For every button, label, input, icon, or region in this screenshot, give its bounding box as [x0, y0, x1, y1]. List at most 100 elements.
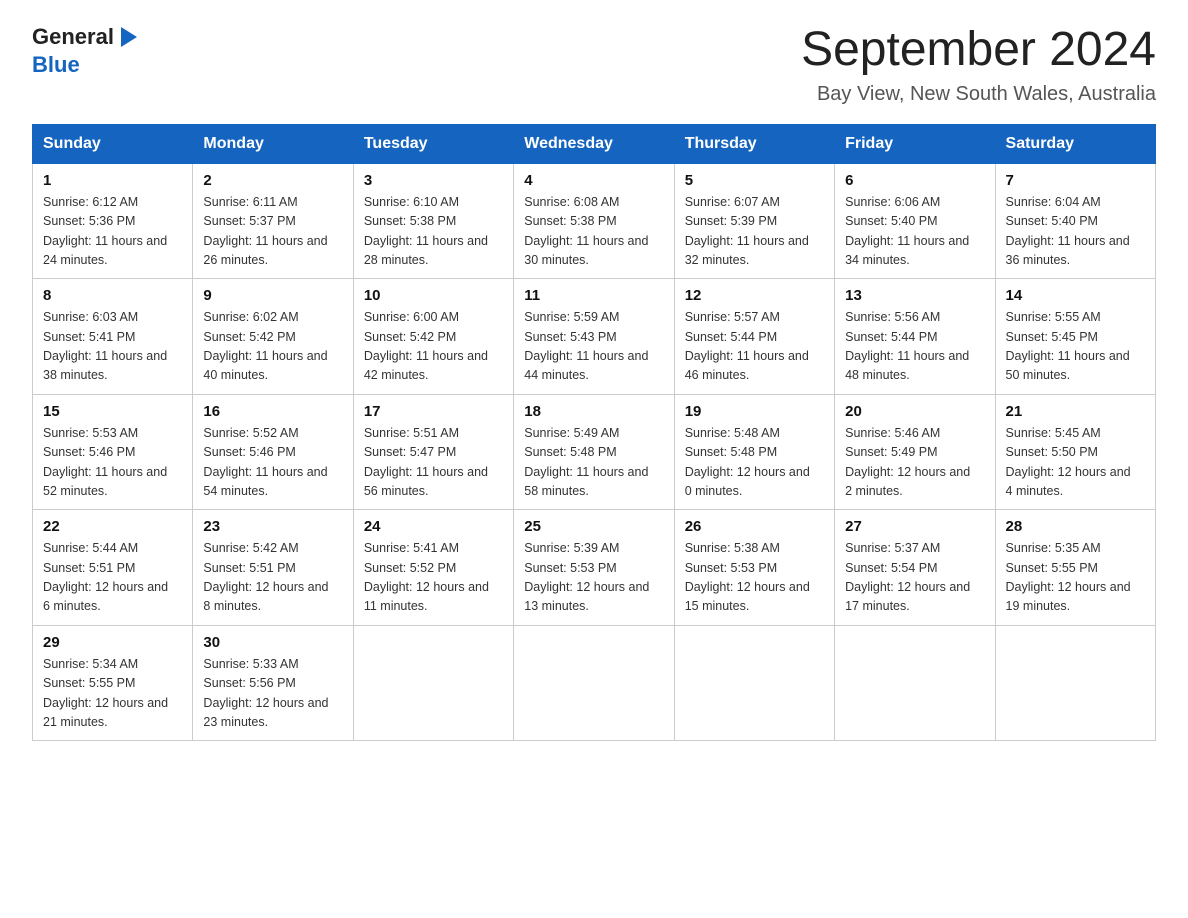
day-info: Sunrise: 5:44 AM Sunset: 5:51 PM Dayligh…	[43, 539, 182, 617]
calendar-week-row: 15 Sunrise: 5:53 AM Sunset: 5:46 PM Dayl…	[33, 394, 1156, 510]
table-row: 7 Sunrise: 6:04 AM Sunset: 5:40 PM Dayli…	[995, 163, 1155, 279]
day-number: 4	[524, 172, 663, 189]
day-info: Sunrise: 6:00 AM Sunset: 5:42 PM Dayligh…	[364, 308, 503, 386]
day-info: Sunrise: 6:04 AM Sunset: 5:40 PM Dayligh…	[1006, 193, 1145, 271]
table-row: 25 Sunrise: 5:39 AM Sunset: 5:53 PM Dayl…	[514, 510, 674, 626]
day-info: Sunrise: 5:59 AM Sunset: 5:43 PM Dayligh…	[524, 308, 663, 386]
day-info: Sunrise: 6:06 AM Sunset: 5:40 PM Dayligh…	[845, 193, 984, 271]
day-info: Sunrise: 6:03 AM Sunset: 5:41 PM Dayligh…	[43, 308, 182, 386]
calendar-week-row: 8 Sunrise: 6:03 AM Sunset: 5:41 PM Dayli…	[33, 279, 1156, 395]
day-info: Sunrise: 5:57 AM Sunset: 5:44 PM Dayligh…	[685, 308, 824, 386]
day-number: 29	[43, 634, 182, 651]
day-number: 9	[203, 287, 342, 304]
day-number: 23	[203, 518, 342, 535]
table-row: 29 Sunrise: 5:34 AM Sunset: 5:55 PM Dayl…	[33, 625, 193, 741]
day-number: 14	[1006, 287, 1145, 304]
table-row: 16 Sunrise: 5:52 AM Sunset: 5:46 PM Dayl…	[193, 394, 353, 510]
day-number: 10	[364, 287, 503, 304]
day-info: Sunrise: 5:46 AM Sunset: 5:49 PM Dayligh…	[845, 424, 984, 502]
table-row	[514, 625, 674, 741]
day-number: 25	[524, 518, 663, 535]
table-row: 18 Sunrise: 5:49 AM Sunset: 5:48 PM Dayl…	[514, 394, 674, 510]
table-row: 11 Sunrise: 5:59 AM Sunset: 5:43 PM Dayl…	[514, 279, 674, 395]
day-info: Sunrise: 6:07 AM Sunset: 5:39 PM Dayligh…	[685, 193, 824, 271]
day-number: 17	[364, 403, 503, 420]
day-number: 7	[1006, 172, 1145, 189]
logo-blue-text: Blue	[32, 52, 80, 77]
table-row: 17 Sunrise: 5:51 AM Sunset: 5:47 PM Dayl…	[353, 394, 513, 510]
day-info: Sunrise: 5:45 AM Sunset: 5:50 PM Dayligh…	[1006, 424, 1145, 502]
table-row: 27 Sunrise: 5:37 AM Sunset: 5:54 PM Dayl…	[835, 510, 995, 626]
day-info: Sunrise: 5:41 AM Sunset: 5:52 PM Dayligh…	[364, 539, 503, 617]
table-row: 23 Sunrise: 5:42 AM Sunset: 5:51 PM Dayl…	[193, 510, 353, 626]
day-number: 13	[845, 287, 984, 304]
calendar-table: Sunday Monday Tuesday Wednesday Thursday…	[32, 124, 1156, 742]
logo-general-text: General	[32, 24, 114, 50]
calendar-subtitle: Bay View, New South Wales, Australia	[801, 83, 1156, 106]
day-number: 5	[685, 172, 824, 189]
day-number: 16	[203, 403, 342, 420]
day-number: 1	[43, 172, 182, 189]
day-number: 15	[43, 403, 182, 420]
day-number: 28	[1006, 518, 1145, 535]
day-info: Sunrise: 5:53 AM Sunset: 5:46 PM Dayligh…	[43, 424, 182, 502]
header-thursday: Thursday	[674, 124, 834, 163]
day-number: 22	[43, 518, 182, 535]
day-info: Sunrise: 5:48 AM Sunset: 5:48 PM Dayligh…	[685, 424, 824, 502]
day-info: Sunrise: 6:12 AM Sunset: 5:36 PM Dayligh…	[43, 193, 182, 271]
table-row: 2 Sunrise: 6:11 AM Sunset: 5:37 PM Dayli…	[193, 163, 353, 279]
day-number: 19	[685, 403, 824, 420]
title-area: September 2024 Bay View, New South Wales…	[801, 24, 1156, 106]
calendar-title: September 2024	[801, 24, 1156, 77]
day-number: 11	[524, 287, 663, 304]
day-info: Sunrise: 5:39 AM Sunset: 5:53 PM Dayligh…	[524, 539, 663, 617]
day-number: 21	[1006, 403, 1145, 420]
table-row	[353, 625, 513, 741]
day-info: Sunrise: 5:35 AM Sunset: 5:55 PM Dayligh…	[1006, 539, 1145, 617]
header-saturday: Saturday	[995, 124, 1155, 163]
day-info: Sunrise: 6:08 AM Sunset: 5:38 PM Dayligh…	[524, 193, 663, 271]
day-info: Sunrise: 5:38 AM Sunset: 5:53 PM Dayligh…	[685, 539, 824, 617]
day-info: Sunrise: 5:37 AM Sunset: 5:54 PM Dayligh…	[845, 539, 984, 617]
day-info: Sunrise: 5:51 AM Sunset: 5:47 PM Dayligh…	[364, 424, 503, 502]
day-number: 2	[203, 172, 342, 189]
day-info: Sunrise: 5:33 AM Sunset: 5:56 PM Dayligh…	[203, 655, 342, 733]
table-row: 1 Sunrise: 6:12 AM Sunset: 5:36 PM Dayli…	[33, 163, 193, 279]
weekday-header-row: Sunday Monday Tuesday Wednesday Thursday…	[33, 124, 1156, 163]
table-row: 26 Sunrise: 5:38 AM Sunset: 5:53 PM Dayl…	[674, 510, 834, 626]
calendar-week-row: 29 Sunrise: 5:34 AM Sunset: 5:55 PM Dayl…	[33, 625, 1156, 741]
table-row: 28 Sunrise: 5:35 AM Sunset: 5:55 PM Dayl…	[995, 510, 1155, 626]
day-info: Sunrise: 5:34 AM Sunset: 5:55 PM Dayligh…	[43, 655, 182, 733]
table-row: 10 Sunrise: 6:00 AM Sunset: 5:42 PM Dayl…	[353, 279, 513, 395]
table-row: 24 Sunrise: 5:41 AM Sunset: 5:52 PM Dayl…	[353, 510, 513, 626]
day-number: 24	[364, 518, 503, 535]
day-number: 8	[43, 287, 182, 304]
table-row: 21 Sunrise: 5:45 AM Sunset: 5:50 PM Dayl…	[995, 394, 1155, 510]
day-info: Sunrise: 5:49 AM Sunset: 5:48 PM Dayligh…	[524, 424, 663, 502]
day-number: 18	[524, 403, 663, 420]
day-info: Sunrise: 5:56 AM Sunset: 5:44 PM Dayligh…	[845, 308, 984, 386]
table-row: 15 Sunrise: 5:53 AM Sunset: 5:46 PM Dayl…	[33, 394, 193, 510]
table-row	[674, 625, 834, 741]
day-number: 26	[685, 518, 824, 535]
table-row: 22 Sunrise: 5:44 AM Sunset: 5:51 PM Dayl…	[33, 510, 193, 626]
page-header: General Blue September 2024 Bay View, Ne…	[32, 24, 1156, 106]
day-number: 6	[845, 172, 984, 189]
day-number: 20	[845, 403, 984, 420]
header-tuesday: Tuesday	[353, 124, 513, 163]
day-info: Sunrise: 6:10 AM Sunset: 5:38 PM Dayligh…	[364, 193, 503, 271]
table-row: 4 Sunrise: 6:08 AM Sunset: 5:38 PM Dayli…	[514, 163, 674, 279]
table-row	[835, 625, 995, 741]
day-number: 12	[685, 287, 824, 304]
day-info: Sunrise: 5:42 AM Sunset: 5:51 PM Dayligh…	[203, 539, 342, 617]
day-info: Sunrise: 5:55 AM Sunset: 5:45 PM Dayligh…	[1006, 308, 1145, 386]
table-row: 30 Sunrise: 5:33 AM Sunset: 5:56 PM Dayl…	[193, 625, 353, 741]
day-info: Sunrise: 6:02 AM Sunset: 5:42 PM Dayligh…	[203, 308, 342, 386]
header-monday: Monday	[193, 124, 353, 163]
table-row	[995, 625, 1155, 741]
table-row: 3 Sunrise: 6:10 AM Sunset: 5:38 PM Dayli…	[353, 163, 513, 279]
calendar-week-row: 1 Sunrise: 6:12 AM Sunset: 5:36 PM Dayli…	[33, 163, 1156, 279]
day-info: Sunrise: 6:11 AM Sunset: 5:37 PM Dayligh…	[203, 193, 342, 271]
logo-triangle-icon	[121, 27, 137, 47]
logo: General Blue	[32, 24, 139, 78]
